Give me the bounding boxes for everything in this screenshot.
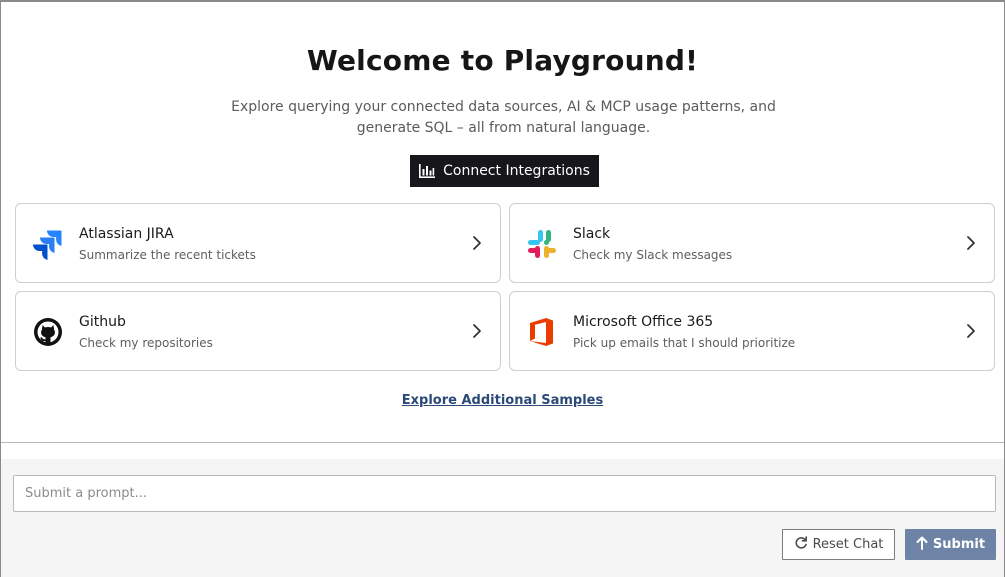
page-title: Welcome to Playground! <box>306 44 699 77</box>
card-title: Slack <box>573 226 611 242</box>
arrow-up-icon <box>916 536 928 554</box>
chevron-right-icon <box>967 236 975 250</box>
card-description: Check my Slack messages <box>573 248 733 262</box>
card-description: Check my repositories <box>79 336 213 350</box>
chevron-right-icon <box>473 236 481 250</box>
chevron-right-icon <box>967 324 975 338</box>
page-subtitle: Explore querying your connected data sou… <box>231 99 776 136</box>
card-title: Microsoft Office 365 <box>573 314 714 330</box>
reset-chat-label: Reset Chat <box>812 537 884 552</box>
github-logo-icon <box>32 316 64 348</box>
prompt-area: Reset Chat Submit <box>1 459 1004 577</box>
refresh-icon <box>794 535 808 554</box>
submit-label: Submit <box>932 537 986 552</box>
sample-card-slack[interactable]: Slack Check my Slack messages <box>509 203 995 283</box>
submit-button[interactable]: Submit <box>905 529 996 560</box>
card-description: Pick up emails that I should prioritize <box>573 336 796 350</box>
card-title: Github <box>79 314 126 330</box>
bar-chart-icon <box>419 164 436 178</box>
explore-additional-samples-link[interactable]: Explore Additional Samples <box>1 393 1004 408</box>
office-365-logo-icon <box>526 316 558 348</box>
connect-integrations-button[interactable]: Connect Integrations <box>410 155 599 187</box>
prompt-input[interactable] <box>13 475 996 512</box>
chevron-right-icon <box>473 324 481 338</box>
connect-integrations-label: Connect Integrations <box>443 163 590 179</box>
sample-card-jira[interactable]: Atlassian JIRA Summarize the recent tick… <box>15 203 501 283</box>
card-description: Summarize the recent tickets <box>79 248 256 262</box>
playground-window: Welcome to Playground! Explore querying … <box>0 0 1005 577</box>
card-title: Atlassian JIRA <box>79 226 174 242</box>
slack-logo-icon <box>526 228 558 260</box>
section-divider <box>1 442 1004 443</box>
jira-logo-icon <box>32 228 64 260</box>
reset-chat-button[interactable]: Reset Chat <box>782 529 895 560</box>
sample-card-github[interactable]: Github Check my repositories <box>15 291 501 371</box>
sample-card-office-365[interactable]: Microsoft Office 365 Pick up emails that… <box>509 291 995 371</box>
